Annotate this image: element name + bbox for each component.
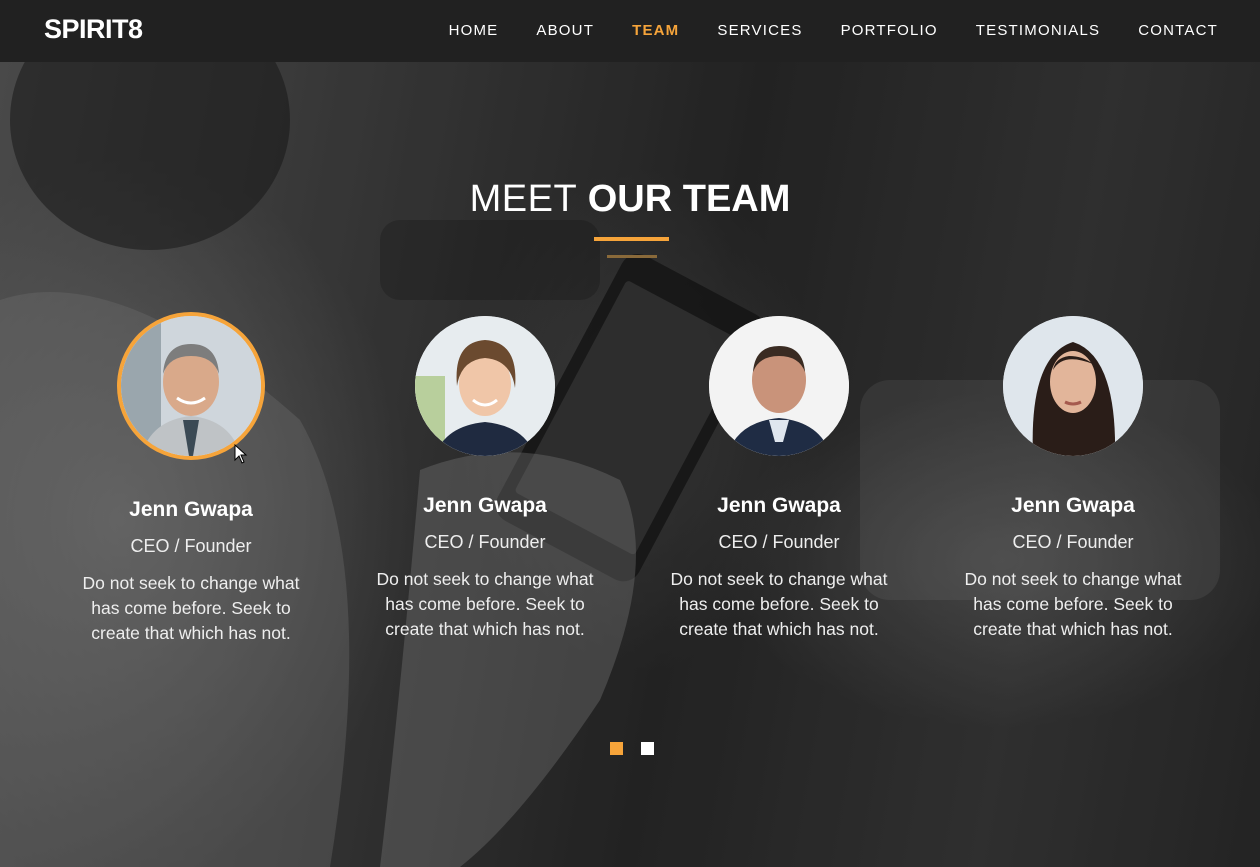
member-name: Jenn Gwapa: [717, 494, 841, 517]
top-navbar: SPIRIT8 HOME ABOUT TEAM SERVICES PORTFOL…: [0, 0, 1260, 62]
main-nav: HOME ABOUT TEAM SERVICES PORTFOLIO TESTI…: [430, 0, 1260, 62]
man-gray-hair-photo-icon[interactable]: [117, 312, 265, 460]
nav-home[interactable]: HOME: [430, 0, 518, 62]
member-role: CEO / Founder: [718, 532, 840, 552]
avatar-photo: [709, 316, 849, 456]
section-title-light: MEET: [469, 178, 578, 220]
member-quote: Do not seek to change what has come befo…: [376, 569, 594, 639]
pagination-dot-1[interactable]: [610, 742, 623, 755]
nav-portfolio[interactable]: PORTFOLIO: [822, 0, 957, 62]
pagination-dot-2[interactable]: [641, 742, 654, 755]
nav-team[interactable]: TEAM: [613, 0, 698, 62]
member-role: CEO / Founder: [1012, 532, 1134, 552]
title-underline-accent: [594, 237, 669, 241]
section-title: MEET OUR TEAM: [0, 178, 1260, 221]
nav-about[interactable]: ABOUT: [517, 0, 613, 62]
member-role: CEO / Founder: [424, 532, 546, 552]
team-member-card: Jenn Gwapa CEO / Founder Do not seek to …: [44, 312, 338, 646]
mouse-cursor-icon: [234, 444, 248, 464]
member-quote: Do not seek to change what has come befo…: [82, 573, 300, 643]
brand-logo[interactable]: SPIRIT8: [44, 14, 143, 45]
avatar-photo: [121, 316, 261, 456]
member-name: Jenn Gwapa: [129, 498, 253, 521]
carousel-pagination: [610, 742, 654, 755]
avatar-photo: [1003, 316, 1143, 456]
team-member-card: Jenn Gwapa CEO / Founder Do not seek to …: [926, 312, 1220, 642]
team-carousel: Jenn Gwapa CEO / Founder Do not seek to …: [44, 312, 1220, 682]
section-title-bold: OUR TEAM: [587, 178, 791, 220]
member-name: Jenn Gwapa: [423, 494, 547, 517]
member-quote: Do not seek to change what has come befo…: [964, 569, 1182, 639]
team-member-card: Jenn Gwapa CEO / Founder Do not seek to …: [632, 312, 926, 642]
member-role: CEO / Founder: [130, 536, 252, 556]
member-name: Jenn Gwapa: [1011, 494, 1135, 517]
man-suit-photo-icon[interactable]: [709, 316, 849, 456]
member-quote: Do not seek to change what has come befo…: [670, 569, 888, 639]
woman-smiling-photo-icon[interactable]: [415, 316, 555, 456]
nav-services[interactable]: SERVICES: [698, 0, 821, 62]
nav-contact[interactable]: CONTACT: [1119, 0, 1260, 62]
nav-testimonials[interactable]: TESTIMONIALS: [957, 0, 1119, 62]
team-member-card: Jenn Gwapa CEO / Founder Do not seek to …: [338, 312, 632, 642]
title-underline-muted: [607, 255, 657, 258]
woman-dark-hair-photo-icon[interactable]: [1003, 316, 1143, 456]
avatar-photo: [415, 316, 555, 456]
